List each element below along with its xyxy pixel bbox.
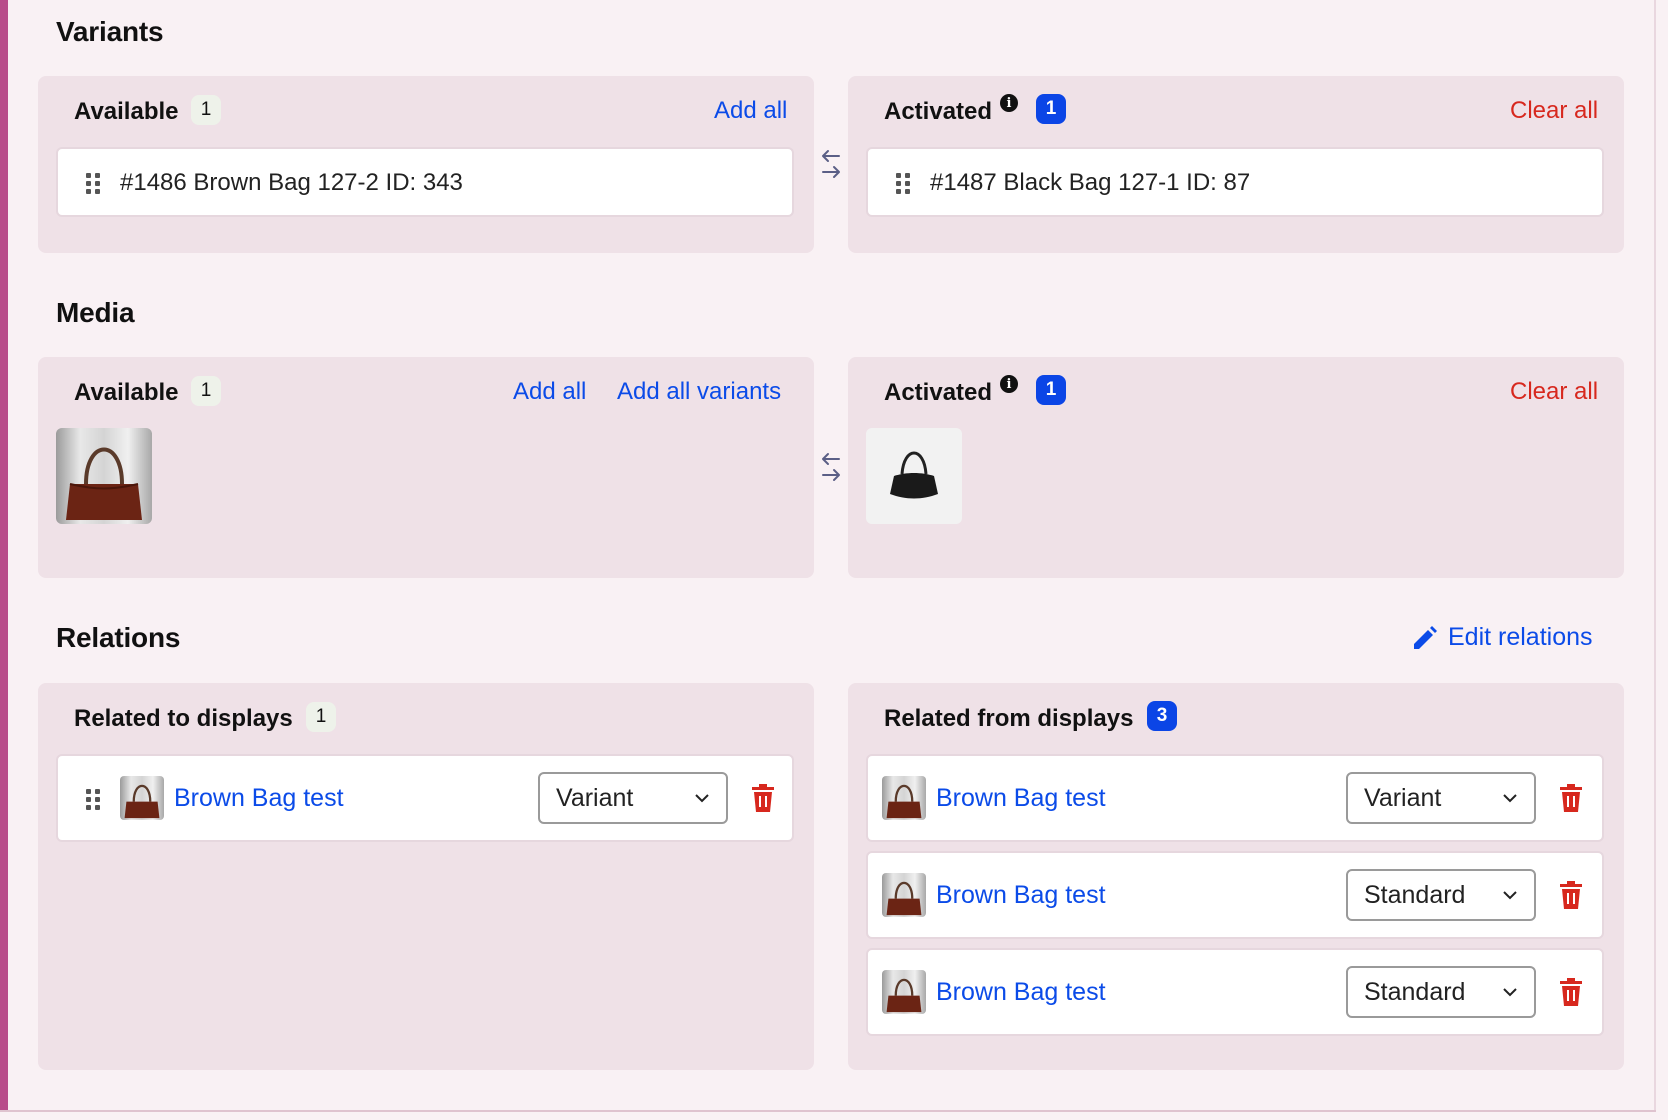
edit-relations-button[interactable]: Edit relations	[1410, 623, 1610, 655]
variants-clear-all-button[interactable]: Clear all	[1510, 97, 1598, 125]
trash-icon[interactable]	[1558, 978, 1584, 1006]
brown-bag-thumbnail	[882, 970, 926, 1014]
relation-row[interactable]: Brown Bag test Variant	[56, 754, 794, 842]
black-bag-image	[890, 451, 938, 499]
relation-row[interactable]: Brown Bag test Variant	[866, 754, 1604, 842]
related-to-count: 1	[306, 702, 336, 732]
chevron-down-icon	[1503, 988, 1517, 997]
related-from-label: Related from displays	[884, 705, 1134, 732]
brown-bag-image	[886, 978, 922, 1013]
relation-type-select[interactable]: Standard	[1346, 966, 1536, 1018]
relation-type-select[interactable]: Standard	[1346, 869, 1536, 921]
variants-activated-count: 1	[1036, 94, 1066, 124]
media-available-label: Available	[74, 379, 179, 406]
media-add-all-button[interactable]: Add all	[513, 378, 586, 406]
brown-bag-image	[66, 447, 142, 520]
drag-handle-icon[interactable]	[896, 173, 912, 195]
chevron-down-icon	[695, 794, 709, 803]
variants-available-label: Available	[74, 98, 179, 125]
black-bag-thumbnail[interactable]	[866, 428, 962, 524]
brown-bag-image	[886, 784, 922, 819]
variant-item-label: #1486 Brown Bag 127-2 ID: 343	[120, 169, 463, 196]
bottom-border	[0, 1110, 1656, 1112]
relation-type-value: Standard	[1364, 881, 1466, 909]
relation-name-link[interactable]: Brown Bag test	[936, 881, 1106, 910]
brown-bag-thumbnail	[120, 776, 164, 820]
edit-relations-label: Edit relations	[1448, 623, 1593, 651]
right-border	[1654, 0, 1656, 1112]
trash-icon[interactable]	[1558, 881, 1584, 909]
brown-bag-thumbnail	[882, 873, 926, 917]
media-activated-label: Activated	[884, 379, 993, 406]
relation-type-value: Variant	[556, 784, 634, 812]
media-available-count: 1	[191, 376, 221, 406]
relation-type-value: Standard	[1364, 978, 1466, 1006]
variant-list-item[interactable]: #1486 Brown Bag 127-2 ID: 343	[56, 147, 794, 217]
trash-icon[interactable]	[1558, 784, 1584, 812]
media-activated-count: 1	[1036, 375, 1066, 405]
chevron-down-icon	[1503, 891, 1517, 900]
relation-row[interactable]: Brown Bag test Standard	[866, 851, 1604, 939]
brown-bag-image	[886, 881, 922, 916]
related-to-panel: Related to displays 1 Brown Bag test Var…	[38, 683, 814, 1070]
variants-available-panel: Available 1 Add all #1486 Brown Bag 127-…	[38, 76, 814, 253]
related-from-count: 3	[1147, 701, 1177, 731]
relations-section-title: Relations	[56, 622, 181, 653]
swap-arrows-icon[interactable]	[819, 451, 843, 487]
chevron-down-icon	[1503, 794, 1517, 803]
variant-list-item[interactable]: #1487 Black Bag 127-1 ID: 87	[866, 147, 1604, 217]
relation-name-link[interactable]: Brown Bag test	[936, 784, 1106, 813]
brown-bag-thumbnail	[882, 776, 926, 820]
variant-item-label: #1487 Black Bag 127-1 ID: 87	[930, 169, 1251, 196]
drag-handle-icon[interactable]	[86, 173, 102, 195]
media-add-all-variants-button[interactable]: Add all variants	[617, 378, 781, 406]
relation-type-select[interactable]: Variant	[1346, 772, 1536, 824]
related-from-panel: Related from displays 3 Brown Bag test V…	[848, 683, 1624, 1070]
relation-name-link[interactable]: Brown Bag test	[174, 784, 344, 813]
info-icon[interactable]: i	[1000, 375, 1018, 393]
related-to-label: Related to displays	[74, 705, 293, 732]
drag-handle-icon[interactable]	[86, 789, 102, 811]
media-available-panel: Available 1 Add all Add all variants	[38, 357, 814, 578]
variants-activated-panel: Activated i 1 Clear all #1487 Black Bag …	[848, 76, 1624, 253]
trash-icon[interactable]	[750, 784, 776, 812]
swap-arrows-icon[interactable]	[819, 148, 843, 184]
relation-name-link[interactable]: Brown Bag test	[936, 978, 1106, 1007]
pencil-icon	[1414, 626, 1437, 649]
variants-section-title: Variants	[56, 16, 164, 47]
relation-row[interactable]: Brown Bag test Standard	[866, 948, 1604, 1036]
relation-type-value: Variant	[1364, 784, 1442, 812]
variants-activated-label: Activated	[884, 98, 993, 125]
page: Variants Available 1 Add all #1486 Brown…	[0, 0, 1668, 1120]
variants-available-count: 1	[191, 95, 221, 125]
media-section-title: Media	[56, 297, 135, 328]
brown-bag-thumbnail[interactable]	[56, 428, 152, 524]
media-activated-panel: Activated i 1 Clear all	[848, 357, 1624, 578]
variants-add-all-button[interactable]: Add all	[714, 97, 787, 125]
brown-bag-image	[124, 784, 160, 819]
media-clear-all-button[interactable]: Clear all	[1510, 378, 1598, 406]
relation-type-select[interactable]: Variant	[538, 772, 728, 824]
left-accent-bar	[0, 0, 8, 1112]
info-icon[interactable]: i	[1000, 94, 1018, 112]
